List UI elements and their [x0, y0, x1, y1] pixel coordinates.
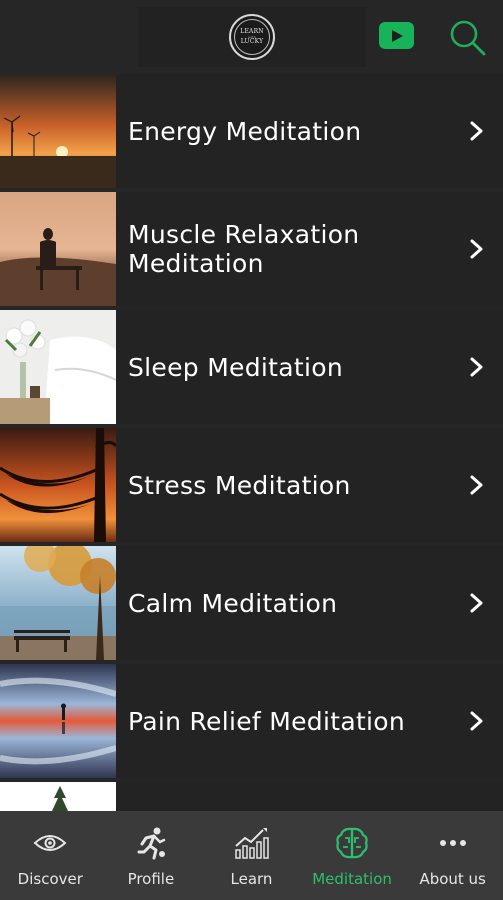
- youtube-button[interactable]: [379, 22, 414, 49]
- meditation-item-calm[interactable]: Calm Meditation: [0, 546, 503, 660]
- bottom-navigation: Discover Profile Learn Meditation About …: [0, 811, 503, 900]
- logo-text-bottom: LUCKY: [240, 38, 264, 45]
- nav-discover[interactable]: Discover: [0, 811, 101, 900]
- thumbnail-bench-by-lake-autumn: [0, 546, 116, 660]
- chevron-right-icon: [470, 475, 483, 495]
- meditation-label: Muscle Relaxation Meditation: [128, 220, 360, 278]
- thumbnail-partial: [0, 782, 116, 811]
- thumbnail-person-reflection-sky: [0, 664, 116, 778]
- meditation-item-sleep[interactable]: Sleep Meditation: [0, 310, 503, 424]
- app-logo[interactable]: LEARN with LUCKY: [229, 14, 275, 60]
- nav-label: Meditation: [312, 870, 392, 888]
- search-icon: [450, 20, 486, 56]
- chevron-right-icon: [470, 357, 483, 377]
- chevron-right-icon: [470, 121, 483, 141]
- thumbnail-person-sitting-bench-sunset: [0, 192, 116, 306]
- meditation-label: Sleep Meditation: [128, 352, 343, 382]
- more-dots-icon: [435, 825, 471, 861]
- nav-label: Learn: [230, 870, 273, 888]
- brain-icon: [334, 825, 370, 861]
- meditation-item-energy[interactable]: Energy Meditation: [0, 74, 503, 188]
- meditation-item-pain-relief[interactable]: Pain Relief Meditation: [0, 664, 503, 778]
- search-button[interactable]: [447, 17, 487, 57]
- bar-chart-icon: [233, 825, 270, 861]
- meditation-item-partial[interactable]: [0, 782, 503, 811]
- meditation-label: Stress Meditation: [128, 470, 351, 500]
- chevron-right-icon: [470, 711, 483, 731]
- meditation-item-stress[interactable]: Stress Meditation: [0, 428, 503, 542]
- thumbnail-sunset-wind-turbines: [0, 74, 116, 188]
- nav-label: About us: [419, 870, 486, 888]
- eye-icon: [32, 825, 68, 861]
- nav-learn[interactable]: Learn: [201, 811, 302, 900]
- chevron-right-icon: [470, 239, 483, 259]
- thumbnail-hammocks-sunset: [0, 428, 116, 542]
- meditation-label: Calm Meditation: [128, 588, 338, 618]
- meditation-label: Energy Meditation: [128, 116, 362, 146]
- app-header: LEARN with LUCKY: [0, 0, 503, 74]
- nav-label: Profile: [127, 870, 175, 888]
- nav-profile[interactable]: Profile: [101, 811, 202, 900]
- runner-icon: [133, 825, 169, 861]
- chevron-right-icon: [470, 593, 483, 613]
- nav-meditation[interactable]: Meditation: [302, 811, 403, 900]
- meditation-label: Pain Relief Meditation: [128, 706, 406, 736]
- nav-label: Discover: [17, 870, 83, 888]
- nav-about-us[interactable]: About us: [402, 811, 503, 900]
- logo-badge: LEARN with LUCKY: [234, 19, 270, 55]
- youtube-icon: [391, 29, 403, 42]
- meditation-item-muscle-relaxation[interactable]: Muscle Relaxation Meditation: [0, 192, 503, 306]
- thumbnail-white-flowers-bedroom: [0, 310, 116, 424]
